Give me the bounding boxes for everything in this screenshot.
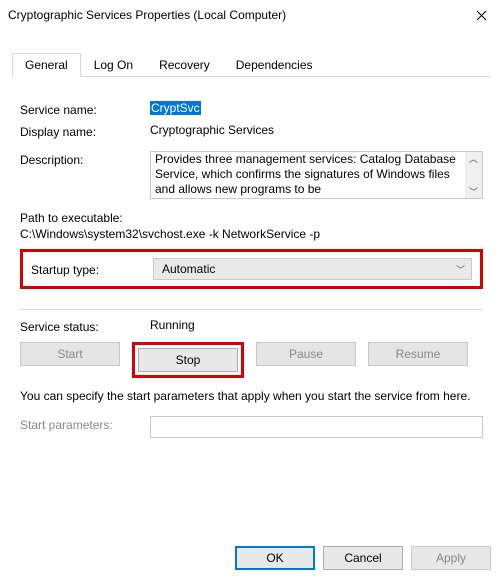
tab-panel-general: Service name: CryptSvc Display name: Cry… — [12, 87, 491, 438]
chevron-up-icon: ︿ — [469, 152, 478, 165]
service-name-row: Service name: CryptSvc — [20, 101, 483, 117]
startup-type-label: Startup type: — [31, 261, 153, 277]
description-label: Description: — [20, 151, 150, 167]
chevron-down-icon: ﹀ — [456, 263, 465, 276]
tab-log-on[interactable]: Log On — [81, 53, 146, 77]
display-name-label: Display name: — [20, 123, 150, 139]
dialog-footer: OK Cancel Apply — [235, 546, 491, 570]
close-icon — [476, 10, 487, 21]
tab-general[interactable]: General — [12, 53, 81, 77]
tabstrip: General Log On Recovery Dependencies — [12, 52, 491, 77]
service-status-label: Service status: — [20, 318, 150, 334]
description-row: Description: Provides three management s… — [20, 151, 483, 199]
description-scrollbar[interactable]: ︿ ﹀ — [465, 152, 482, 198]
ok-button[interactable]: OK — [235, 546, 315, 570]
path-row: Path to executable: C:\Windows\system32\… — [20, 211, 483, 241]
chevron-down-icon: ﹀ — [469, 185, 478, 198]
service-buttons-row: Start Stop Pause Resume — [20, 342, 483, 378]
service-name-value: CryptSvc — [150, 101, 483, 115]
description-box: Provides three management services: Cata… — [150, 151, 483, 199]
service-name-text: CryptSvc — [150, 101, 201, 115]
stop-button[interactable]: Stop — [138, 348, 238, 372]
apply-button: Apply — [411, 546, 491, 570]
start-params-input — [150, 416, 483, 438]
start-params-row: Start parameters: — [20, 416, 483, 438]
description-text: Provides three management services: Cata… — [151, 152, 465, 198]
startup-type-highlight: Startup type: Automatic ﹀ — [20, 249, 483, 289]
window-title: Cryptographic Services Properties (Local… — [8, 8, 286, 22]
service-name-label: Service name: — [20, 101, 150, 117]
titlebar: Cryptographic Services Properties (Local… — [0, 0, 503, 30]
tab-recovery[interactable]: Recovery — [146, 53, 223, 77]
divider — [20, 309, 483, 310]
cancel-button[interactable]: Cancel — [323, 546, 403, 570]
start-params-note: You can specify the start parameters tha… — [20, 388, 483, 404]
start-params-label: Start parameters: — [20, 416, 150, 432]
display-name-value: Cryptographic Services — [150, 123, 483, 137]
startup-type-combo[interactable]: Automatic ﹀ — [153, 258, 472, 280]
startup-type-value: Automatic — [162, 262, 215, 276]
path-value: C:\Windows\system32\svchost.exe -k Netwo… — [20, 227, 483, 241]
path-label: Path to executable: — [20, 211, 483, 225]
service-status-row: Service status: Running — [20, 318, 483, 334]
close-button[interactable] — [469, 3, 493, 27]
start-button: Start — [20, 342, 120, 366]
resume-button: Resume — [368, 342, 468, 366]
tab-dependencies[interactable]: Dependencies — [223, 53, 326, 77]
display-name-row: Display name: Cryptographic Services — [20, 123, 483, 139]
stop-highlight: Stop — [132, 342, 244, 378]
pause-button: Pause — [256, 342, 356, 366]
service-status-value: Running — [150, 318, 483, 332]
